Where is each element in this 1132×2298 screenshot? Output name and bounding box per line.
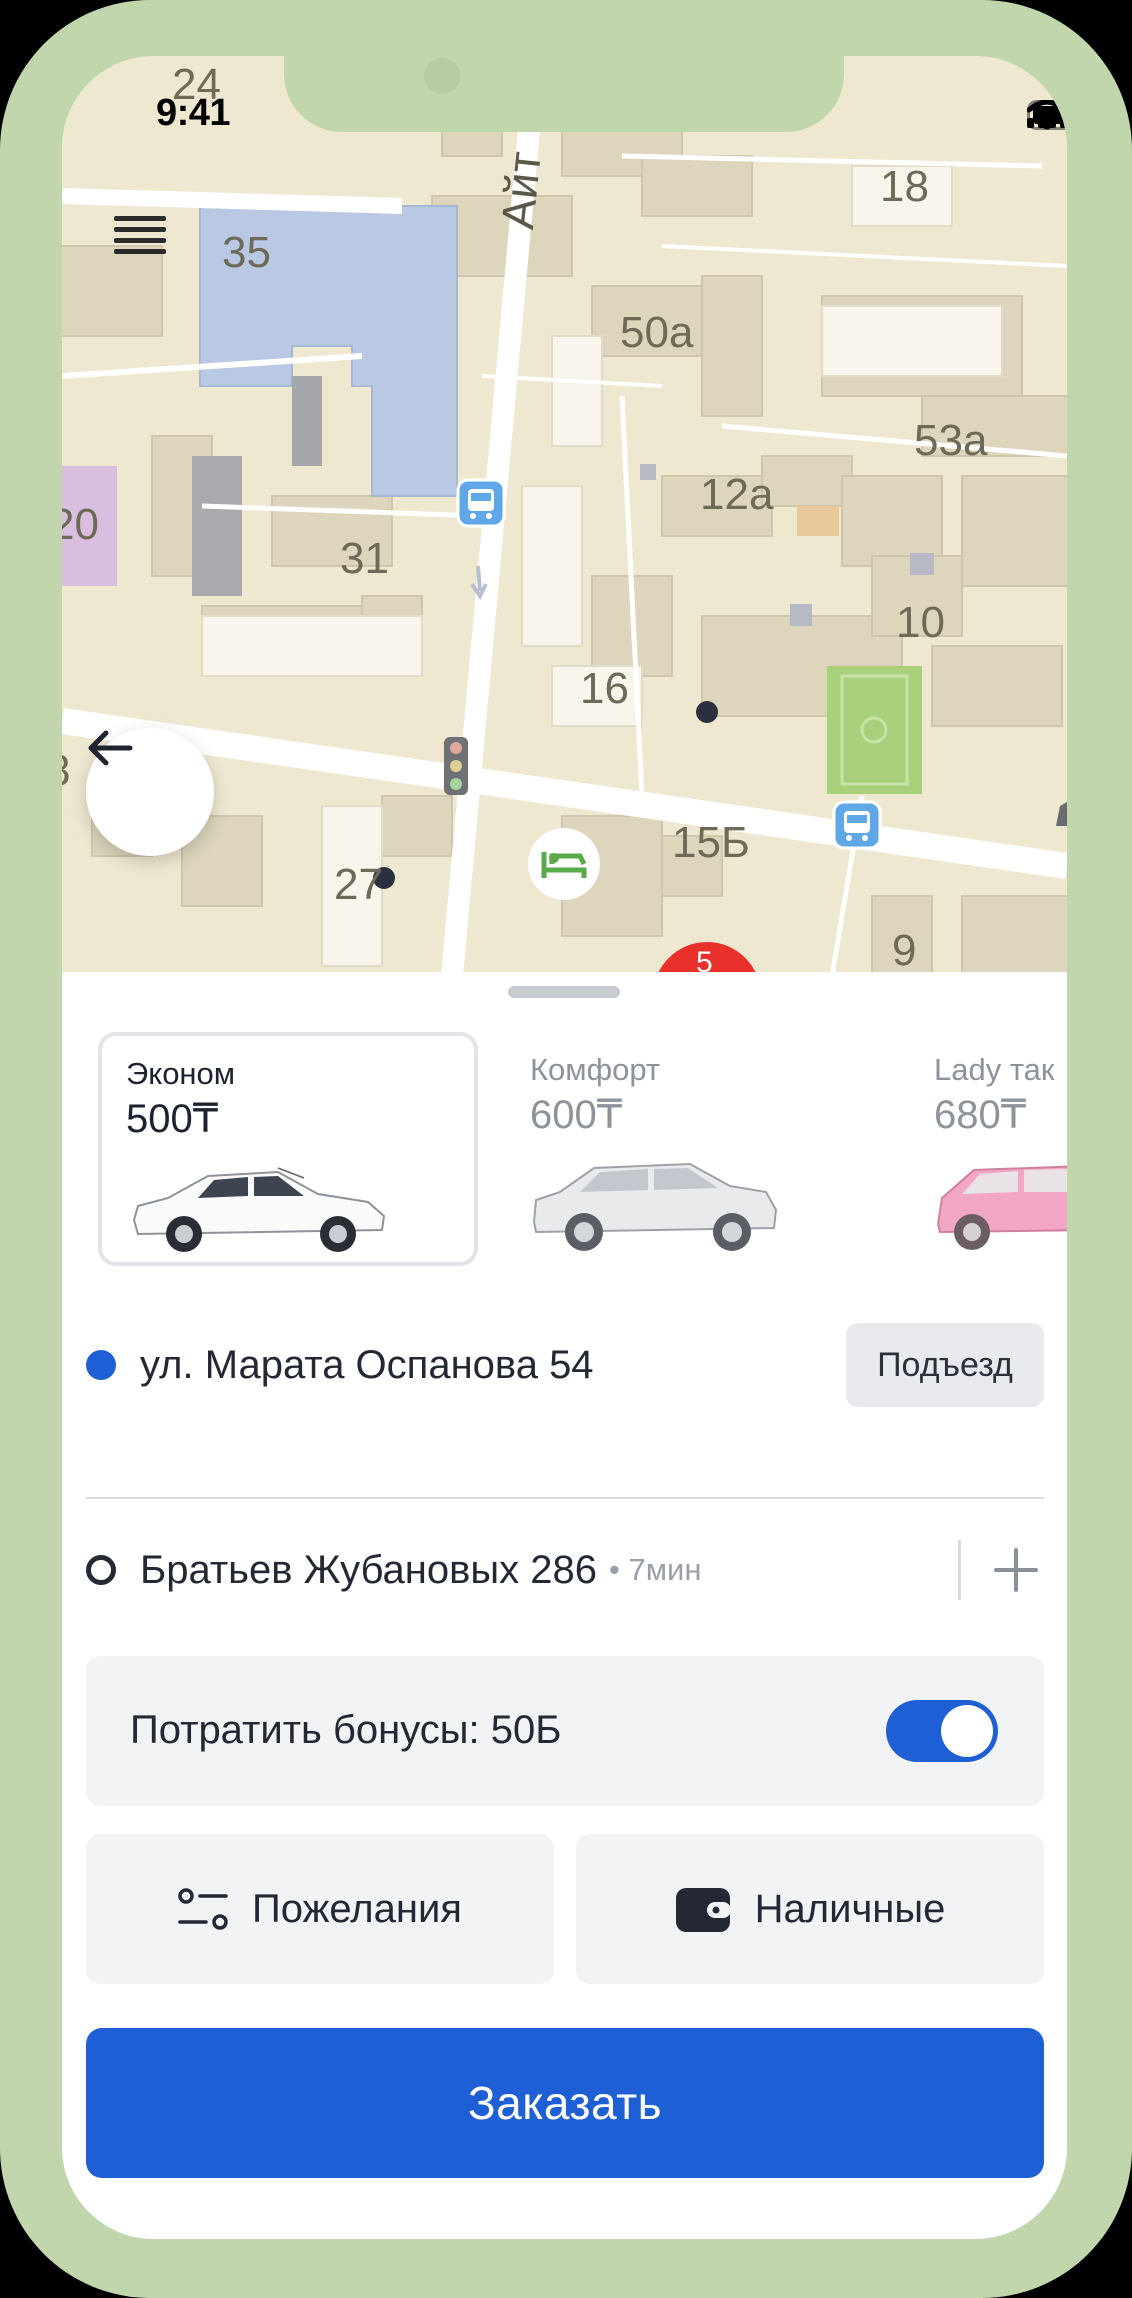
device-notch bbox=[284, 56, 844, 132]
arrow-left-icon bbox=[88, 730, 133, 766]
payment-label: Наличные bbox=[754, 1886, 946, 1931]
wishes-label: Пожелания bbox=[252, 1886, 462, 1931]
tariff-name: Lady так bbox=[934, 1052, 1055, 1087]
order-button-label: Заказать bbox=[467, 2077, 663, 2129]
tariff-name: Эконом bbox=[126, 1056, 236, 1091]
wallet-icon bbox=[675, 1888, 731, 1932]
car-hatchback-image bbox=[936, 1165, 1067, 1250]
tariff-name: Комфорт bbox=[530, 1052, 661, 1087]
map-building-number: 18 bbox=[880, 162, 929, 211]
tariff-card-lady[interactable]: Lady так 680₸ bbox=[910, 1032, 1067, 1266]
payment-method-button[interactable]: Наличные bbox=[576, 1834, 1044, 1984]
map-view[interactable]: 24 18 35 50а 53а 20 12а 31 10 16 15Б 27 … bbox=[62, 56, 1067, 976]
destination-dot-icon bbox=[86, 1555, 116, 1585]
tariff-card-economy[interactable]: Эконом 500₸ bbox=[98, 1032, 478, 1266]
hotel-icon bbox=[528, 828, 600, 900]
tariff-price: 600₸ bbox=[530, 1093, 623, 1137]
map-building-number: 10 bbox=[896, 598, 945, 647]
wishes-button[interactable]: Пожелания bbox=[86, 1834, 554, 1984]
bonus-card: Потратить бонусы: 50Б bbox=[86, 1656, 1044, 1806]
map-building-number: 15Б bbox=[672, 818, 750, 867]
destination-eta: • 7мин bbox=[609, 1552, 702, 1587]
back-button[interactable] bbox=[86, 728, 214, 856]
map-building-number: 50а bbox=[620, 308, 694, 357]
map-building-number: 12а bbox=[700, 470, 774, 519]
menu-button[interactable] bbox=[114, 214, 170, 258]
map-building-number: 20 bbox=[62, 500, 99, 549]
tariff-list: Эконом 500₸ Комфорт 600₸ Lady так 680₸ bbox=[62, 1032, 1067, 1272]
bus-stop-icon bbox=[456, 478, 506, 528]
status-time: 9:41 bbox=[156, 92, 231, 134]
destination-address: Братьев Жубановых 286 bbox=[140, 1547, 597, 1592]
order-button[interactable]: Заказать bbox=[86, 2028, 1044, 2178]
traffic-light-icon bbox=[444, 737, 468, 795]
pickup-address: ул. Марата Оспанова 54 bbox=[140, 1342, 594, 1387]
divider bbox=[86, 1497, 1044, 1499]
entrance-button[interactable]: Подъезд bbox=[846, 1323, 1044, 1407]
map-building-number: 8 bbox=[62, 746, 70, 796]
pickup-dot-icon bbox=[86, 1350, 116, 1380]
destination-address-row[interactable]: Братьев Жубановых 286 • 7мин bbox=[86, 1530, 1044, 1610]
toggle-knob bbox=[941, 1705, 993, 1757]
car-suv-image bbox=[532, 1162, 778, 1251]
sliders-icon bbox=[178, 1888, 228, 1930]
bonus-label: Потратить бонусы: 50Б bbox=[130, 1708, 562, 1752]
bonus-toggle[interactable] bbox=[886, 1700, 998, 1762]
app-screen: 24 18 35 50а 53а 20 12а 31 10 16 15Б 27 … bbox=[62, 56, 1067, 2239]
map-building-number: 9 bbox=[892, 926, 917, 975]
tariff-price: 680₸ bbox=[934, 1093, 1027, 1137]
map-building-number: 53а bbox=[914, 416, 988, 465]
plus-icon[interactable] bbox=[994, 1548, 1038, 1592]
divider bbox=[958, 1540, 961, 1600]
map-building-number: 27 bbox=[334, 860, 383, 909]
map-building-number: 31 bbox=[340, 534, 389, 583]
order-sheet: Эконом 500₸ Комфорт 600₸ Lady так 680₸ у… bbox=[62, 972, 1067, 2239]
map-building-number: 16 bbox=[580, 664, 629, 713]
bus-stop-icon bbox=[832, 800, 882, 850]
tariff-card-comfort[interactable]: Комфорт 600₸ bbox=[506, 1032, 886, 1266]
map-building-number: 35 bbox=[222, 228, 271, 277]
car-sedan-image bbox=[132, 1167, 386, 1252]
tariff-price: 500₸ bbox=[126, 1097, 219, 1141]
pickup-address-row[interactable]: ул. Марата Оспанова 54 Подъезд bbox=[86, 1322, 1044, 1408]
battery-icon bbox=[1027, 100, 1067, 130]
sheet-handle[interactable] bbox=[508, 986, 620, 998]
menu-icon bbox=[114, 216, 166, 254]
map-street-name: Айт bbox=[490, 149, 551, 232]
